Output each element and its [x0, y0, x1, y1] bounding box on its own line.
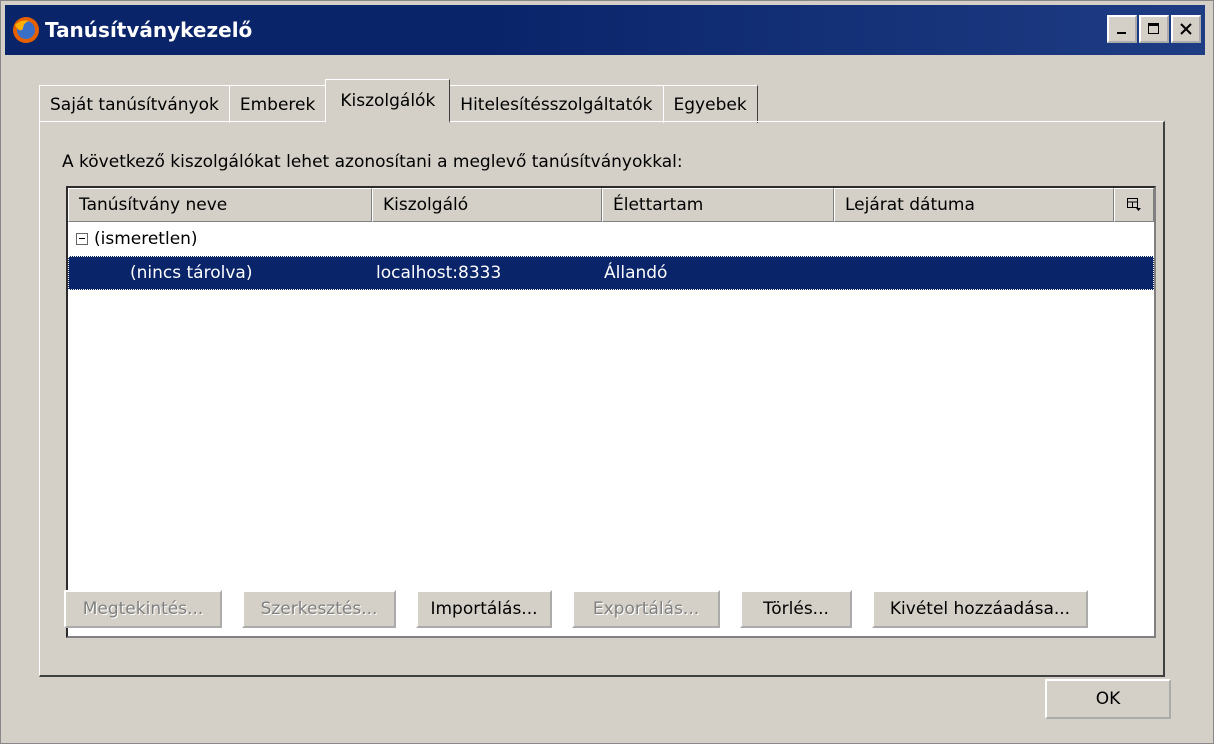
tree-group-row[interactable]: (ismeretlen): [68, 222, 1154, 256]
close-button[interactable]: [1171, 15, 1201, 43]
column-header-certificate-name[interactable]: Tanúsítvány neve: [68, 188, 372, 222]
firefox-icon: [11, 15, 41, 45]
close-icon: [1180, 23, 1192, 35]
tab-others[interactable]: Egyebek: [662, 85, 758, 123]
export-button[interactable]: Exportálás...: [572, 590, 720, 628]
window-title: Tanúsítványkezelő: [45, 18, 253, 42]
tree-header: Tanúsítvány neve Kiszolgáló Élettartam L…: [68, 188, 1154, 222]
certificate-tree[interactable]: Tanúsítvány neve Kiszolgáló Élettartam L…: [66, 186, 1156, 638]
delete-button[interactable]: Törlés...: [740, 590, 852, 628]
maximize-icon: [1148, 23, 1159, 34]
import-button[interactable]: Importálás...: [416, 590, 552, 628]
collapse-icon[interactable]: [76, 233, 88, 245]
tab-authorities[interactable]: Hitelesítésszolgáltatók: [449, 85, 664, 123]
column-picker-button[interactable]: [1114, 188, 1154, 222]
edit-button[interactable]: Szerkesztés...: [242, 590, 396, 628]
cell-lifetime: Állandó: [604, 263, 668, 283]
add-exception-button[interactable]: Kivétel hozzáadása...: [872, 590, 1088, 628]
action-buttons: Megtekintés... Szerkesztés... Importálás…: [64, 590, 1088, 628]
tab-own-certificates[interactable]: Saját tanúsítványok: [39, 85, 230, 123]
minimize-button[interactable]: [1107, 15, 1137, 43]
cell-certificate-name: (nincs tárolva): [130, 263, 253, 283]
maximize-button[interactable]: [1139, 15, 1169, 43]
column-picker-icon: [1127, 198, 1141, 211]
column-header-lifetime[interactable]: Élettartam: [602, 188, 834, 222]
table-row[interactable]: (nincs tárolva) localhost:8333 Állandó: [68, 256, 1154, 290]
panel-description: A következő kiszolgálókat lehet azonosít…: [62, 152, 683, 172]
column-header-expiry-date[interactable]: Lejárat dátuma: [834, 188, 1114, 222]
view-button[interactable]: Megtekintés...: [64, 590, 222, 628]
certificate-manager-window: Tanúsítványkezelő Saját tanúsítványok Em…: [0, 0, 1214, 744]
ok-button[interactable]: OK: [1045, 679, 1171, 719]
tab-servers[interactable]: Kiszolgálók: [325, 79, 451, 123]
minimize-icon: [1117, 32, 1126, 34]
cell-server: localhost:8333: [376, 263, 502, 283]
tab-people[interactable]: Emberek: [228, 85, 327, 123]
title-bar[interactable]: Tanúsítványkezelő: [5, 5, 1205, 55]
tab-strip: Saját tanúsítványok Emberek Kiszolgálók …: [39, 79, 758, 123]
group-label: (ismeretlen): [94, 229, 198, 249]
column-header-server[interactable]: Kiszolgáló: [372, 188, 602, 222]
servers-panel: A következő kiszolgálókat lehet azonosít…: [39, 121, 1165, 677]
